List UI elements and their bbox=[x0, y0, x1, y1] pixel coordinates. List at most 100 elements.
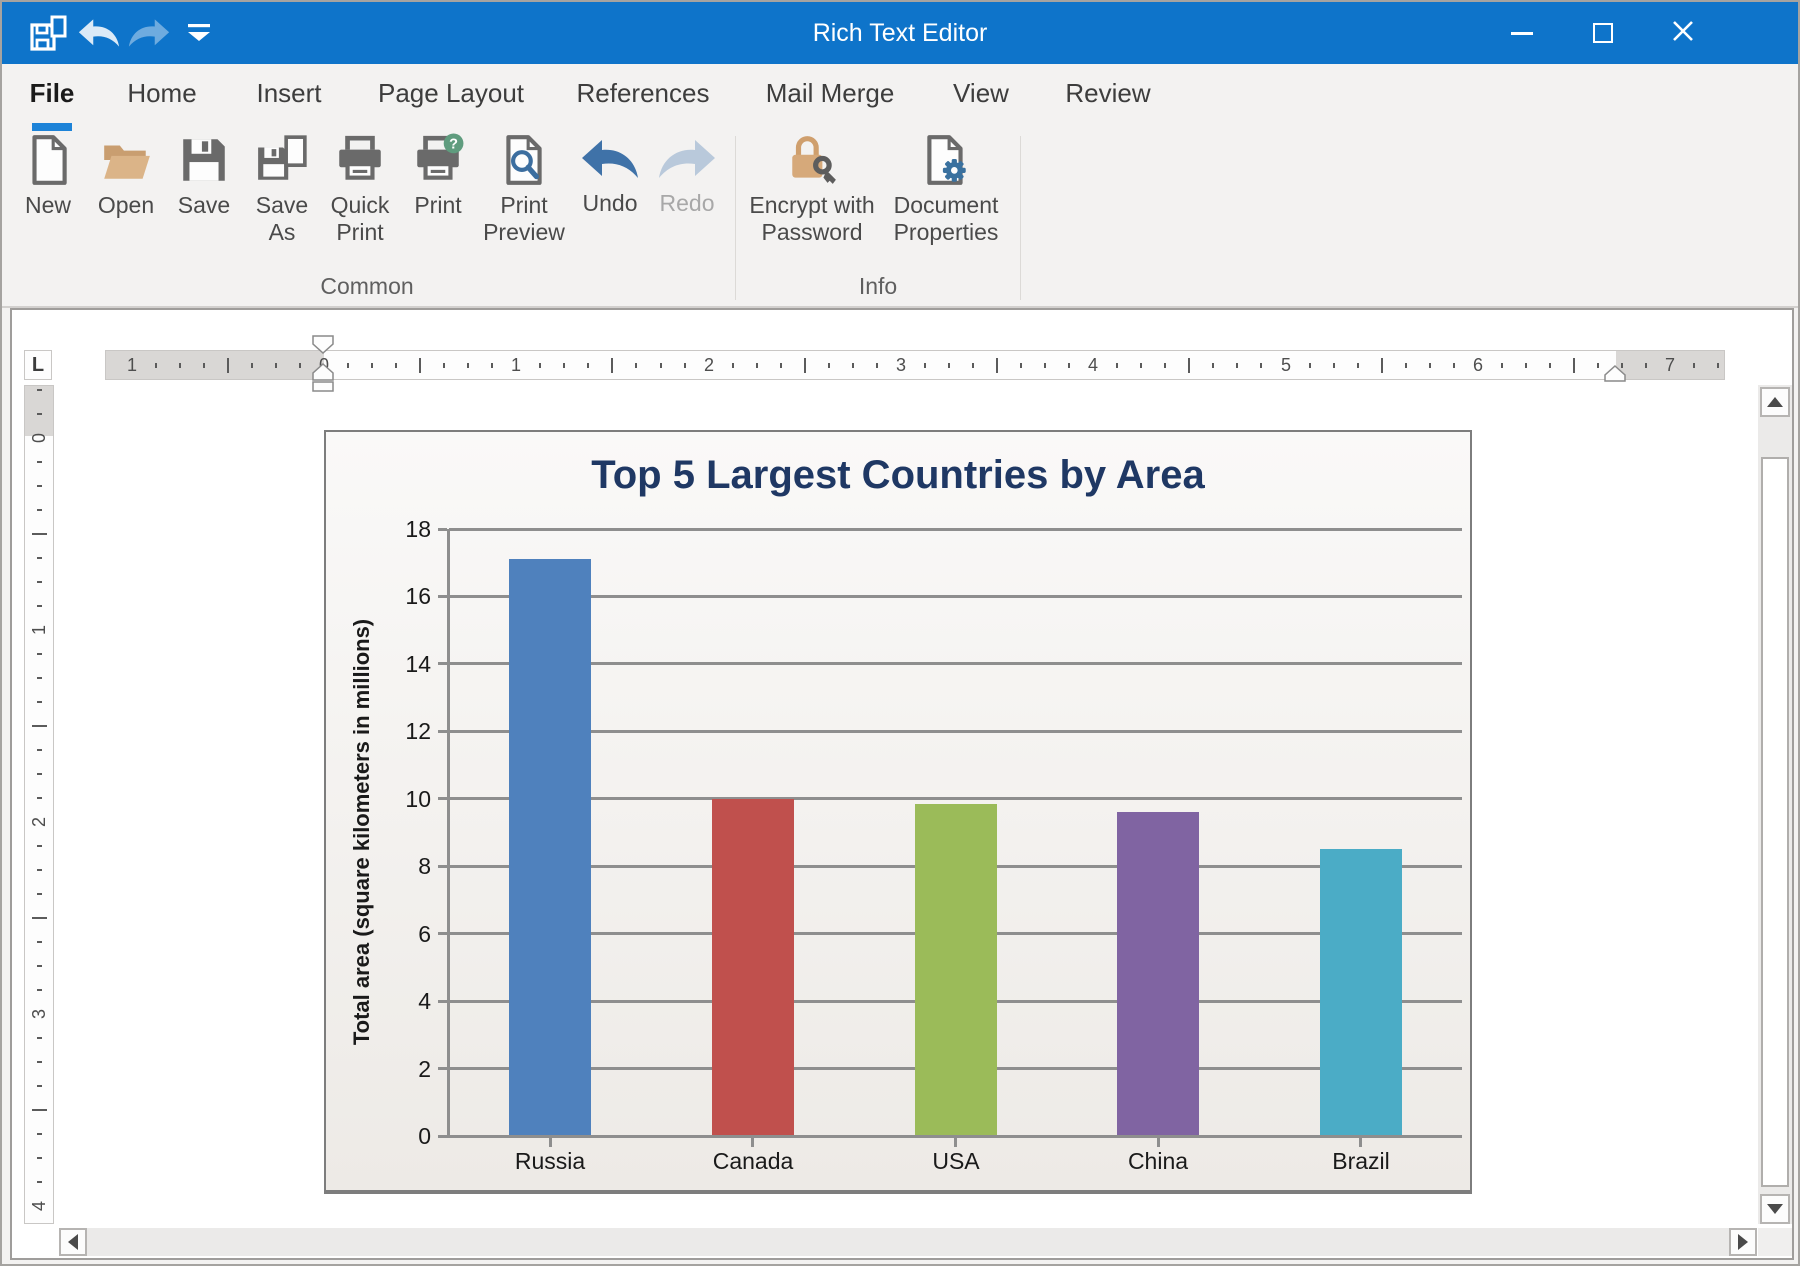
left-indent-marker[interactable] bbox=[312, 381, 334, 392]
ruler-tick bbox=[443, 363, 445, 368]
y-tick-label: 18 bbox=[405, 516, 431, 542]
first-line-indent-marker[interactable] bbox=[312, 335, 334, 355]
print-icon: ? bbox=[401, 133, 475, 187]
undo-button[interactable]: Undo bbox=[570, 133, 650, 261]
scroll-left-button[interactable] bbox=[59, 1228, 87, 1256]
x-axis-tick bbox=[1359, 1138, 1362, 1147]
ruler-tick bbox=[227, 358, 229, 373]
tab-review[interactable]: Review bbox=[1065, 64, 1150, 122]
chart-object[interactable]: Top 5 Largest Countries by Area Total ar… bbox=[324, 430, 1472, 1194]
tab-mail-merge[interactable]: Mail Merge bbox=[766, 64, 895, 122]
ruler-tick bbox=[491, 363, 493, 368]
print-button[interactable]: ? Print bbox=[401, 133, 475, 261]
ruler-tick bbox=[1020, 363, 1022, 368]
ruler-tick bbox=[275, 363, 277, 368]
ruler-tick bbox=[804, 358, 806, 373]
tab-home[interactable]: Home bbox=[127, 64, 196, 122]
save-icon bbox=[167, 133, 241, 187]
ruler-tick bbox=[37, 389, 42, 391]
ruler-tick bbox=[37, 1061, 42, 1063]
right-indent-marker[interactable] bbox=[1604, 364, 1626, 382]
ruler-tick bbox=[780, 363, 782, 368]
ruler-tick bbox=[395, 363, 397, 368]
qat-save-as-icon bbox=[28, 13, 68, 53]
qat-customize-button[interactable] bbox=[176, 11, 222, 55]
chart-y-axis-label: Total area (square kilometers in million… bbox=[349, 618, 374, 1046]
ruler-tick bbox=[1140, 363, 1142, 368]
scroll-up-button[interactable] bbox=[1760, 387, 1790, 417]
svg-text:?: ? bbox=[449, 137, 458, 153]
ruler-tick bbox=[32, 1109, 47, 1111]
new-label: New bbox=[24, 192, 71, 218]
ruler-tick bbox=[1573, 358, 1575, 373]
y-axis-tick bbox=[438, 797, 447, 800]
ruler-tick bbox=[684, 363, 686, 368]
scroll-down-button[interactable] bbox=[1760, 1194, 1790, 1224]
bar-canada bbox=[712, 799, 794, 1136]
ruler-tick bbox=[37, 581, 42, 583]
quick-print-button[interactable]: Quick Print bbox=[313, 133, 407, 261]
y-axis-tick bbox=[438, 865, 447, 868]
open-button[interactable]: Open bbox=[89, 133, 163, 261]
scrollbar-corner bbox=[1758, 1228, 1792, 1256]
ruler-tick bbox=[467, 363, 469, 368]
save-as-label: Save As bbox=[255, 192, 309, 245]
ruler-tick bbox=[37, 677, 42, 679]
gridline bbox=[449, 528, 1462, 531]
new-button[interactable]: New bbox=[11, 133, 85, 261]
document-properties-label: Document Properties bbox=[893, 192, 999, 245]
tab-stop-selector[interactable]: L bbox=[24, 350, 52, 380]
ruler-tick bbox=[924, 363, 926, 368]
qat-redo-button[interactable] bbox=[126, 11, 172, 55]
minimize-button[interactable] bbox=[1498, 2, 1546, 64]
document-properties-button[interactable]: Document Properties bbox=[871, 133, 1021, 261]
ruler-tick bbox=[37, 605, 42, 607]
y-tick-label: 14 bbox=[405, 651, 431, 677]
ruler-number: 1 bbox=[126, 355, 138, 375]
horizontal-ruler[interactable]: 101234567 bbox=[105, 350, 1725, 380]
tab-insert[interactable]: Insert bbox=[256, 64, 321, 122]
encrypt-with-password-button[interactable]: Encrypt with Password bbox=[732, 133, 892, 261]
ruler-tick bbox=[37, 893, 42, 895]
horizontal-scrollbar[interactable] bbox=[59, 1228, 1757, 1256]
tab-view[interactable]: View bbox=[953, 64, 1009, 122]
y-axis-tick bbox=[438, 730, 447, 733]
ruler-tick bbox=[37, 773, 42, 775]
y-tick-label: 2 bbox=[418, 1056, 431, 1082]
vertical-ruler[interactable]: 0 1 2 3 4 bbox=[24, 385, 54, 1224]
qat-undo-button[interactable] bbox=[76, 11, 122, 55]
ruler-tick bbox=[1549, 363, 1551, 368]
save-button[interactable]: Save bbox=[167, 133, 241, 261]
print-preview-button[interactable]: Print Preview bbox=[468, 133, 580, 261]
ruler-tick bbox=[587, 363, 589, 368]
quick-print-icon bbox=[313, 133, 407, 187]
ruler-tick bbox=[37, 653, 42, 655]
ruler-tick bbox=[37, 965, 42, 967]
hanging-indent-marker[interactable] bbox=[312, 362, 334, 381]
undo-icon bbox=[570, 133, 650, 185]
gridline bbox=[449, 662, 1462, 665]
close-button[interactable] bbox=[1659, 2, 1707, 64]
ruler-tick bbox=[1116, 363, 1118, 368]
close-icon bbox=[1670, 18, 1696, 49]
encrypt-with-password-label: Encrypt with Password bbox=[749, 192, 875, 245]
ruler-tick bbox=[251, 363, 253, 368]
ruler-tick bbox=[1501, 363, 1503, 368]
undo-label: Undo bbox=[582, 190, 638, 216]
ruler-tick bbox=[371, 363, 373, 368]
tab-file[interactable]: File bbox=[30, 64, 75, 122]
ruler-tick bbox=[37, 845, 42, 847]
redo-button[interactable]: Redo bbox=[647, 133, 727, 261]
ribbon-group-separator bbox=[735, 136, 736, 300]
qat-save-as-button[interactable] bbox=[25, 11, 71, 55]
ruler-tick bbox=[37, 557, 42, 559]
save-as-button[interactable]: Save As bbox=[242, 133, 322, 261]
tab-page-layout[interactable]: Page Layout bbox=[378, 64, 524, 122]
scroll-right-button[interactable] bbox=[1729, 1228, 1757, 1256]
bar-china bbox=[1117, 812, 1199, 1136]
vertical-scroll-thumb[interactable] bbox=[1761, 457, 1789, 1187]
save-as-icon bbox=[242, 133, 322, 187]
maximize-button[interactable] bbox=[1579, 2, 1627, 64]
ruler-tick bbox=[347, 363, 349, 368]
tab-references[interactable]: References bbox=[577, 64, 710, 122]
